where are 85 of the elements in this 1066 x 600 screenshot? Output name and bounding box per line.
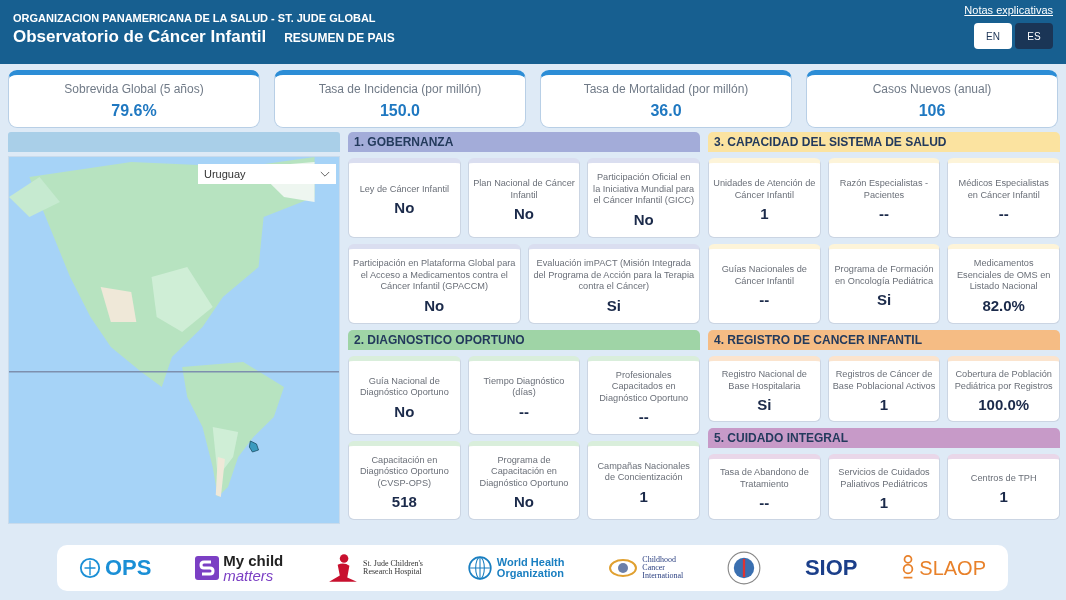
indicator-label: Tasa de Abandono de Tratamiento [718, 467, 810, 490]
indicator-value: 1 [760, 205, 769, 222]
indicator-label: Profesionales Capacitados en Diagnóstico Oportuno [598, 369, 690, 405]
indicator-value: No [633, 210, 654, 228]
kpi-label: Tasa de Mortalidad (por millón) [583, 82, 749, 96]
indicator-value: -- [998, 205, 1009, 222]
logo-text: Cancer [642, 564, 666, 572]
notes-link[interactable]: Notas explicativas [964, 4, 1053, 16]
indicator-value: -- [519, 402, 529, 420]
indicator-label: Centros de TPH [970, 472, 1037, 485]
kpi-value: 106 [918, 102, 946, 120]
indicator-label: Participación Oficial en la Iniciativa Mundial para el Cáncer Infantil (GICC) [592, 172, 695, 207]
indicator-label: Médicos Especialistas en Cáncer Infantil [957, 178, 1050, 201]
indicator-value: Si [606, 296, 621, 314]
indicator-value: Si [757, 396, 772, 413]
indicator-label: Capacitación en Diagnóstico Oportuno (CVSP-OPS) [358, 454, 450, 490]
chevron-down-icon [320, 170, 330, 178]
dashboard-title: Observatorio de Cáncer Infantil [13, 27, 267, 47]
indicator-value: -- [879, 205, 889, 222]
section-header: 5. CUIDADO INTEGRAL [708, 428, 1060, 448]
indicator-value: 1 [639, 487, 648, 505]
indicator-label: Unidades de Atención de Cáncer Infantil [713, 178, 816, 201]
kpi-label: Sobrevida Global (5 años) [64, 82, 204, 96]
indicator-label: Razón Especialistas - Pacientes [838, 178, 930, 201]
indicator-label: Servicios de Cuidados Paliativos Pediátricos [837, 467, 931, 490]
kpi-label: Tasa de Incidencia (por millón) [318, 82, 482, 96]
indicator-label: Tiempo Diagnóstico (días) [482, 375, 566, 399]
kpi-value: 150.0 [379, 102, 420, 120]
indicator-label: Registros de Cáncer de Base Poblacional Activos [832, 369, 936, 392]
indicator-value: No [424, 296, 445, 314]
indicator-value: 82.0% [982, 296, 1025, 314]
indicator-value: -- [759, 291, 770, 308]
indicator-value: No [514, 493, 534, 511]
indicator-label: Ley de Cáncer Infantil [359, 183, 450, 196]
indicator-label: Campañas Nacionales de Concientización [596, 460, 691, 484]
logo-text: World Health [496, 557, 565, 568]
emblem-icon [78, 557, 101, 579]
indicator-label: Participación en Plataforma Global para el Acceso a Medicamentos contra el Cáncer Infantil (GPACCM) [353, 258, 516, 293]
logo-text: Research Hospital [363, 568, 423, 576]
indicator-value: No [394, 199, 415, 217]
kpi-value: 79.6% [111, 102, 157, 120]
indicator-value: No [514, 205, 534, 222]
logo-text: OPS [104, 555, 152, 581]
indicator-value: 518 [391, 493, 417, 511]
section-header: 4. REGISTRO DE CANCER INFANTIL [708, 330, 1060, 350]
indicator-label: Guías Nacionales de Cáncer Infantil [720, 264, 808, 287]
indicator-label: Programa de Capacitación en Diagnóstico Oportuno [478, 454, 570, 490]
logo-text: My child [223, 553, 284, 568]
indicator-value: Si [876, 291, 892, 308]
language-button[interactable]: EN [974, 23, 1012, 49]
logo-text: St. Jude Children's [363, 560, 423, 568]
indicator-label: Registro Nacional de Base Hospitalaria [720, 369, 808, 392]
kpi-value: 36.0 [650, 102, 682, 120]
indicator-label: Medicamentos Esenciales de OMS en Listado Nacional [955, 258, 1052, 293]
logo-text: Childhood [642, 556, 678, 564]
indicator-value: No [394, 402, 415, 420]
indicator-value: 1 [879, 494, 889, 511]
indicator-label: Evaluación imPACT (Misión Integrada del Programa de Acción para la Terapia contra el Cáncer) [532, 258, 695, 293]
page-subtitle: RESUMEN DE PAIS [284, 31, 395, 45]
indicator-label: Cobertura de Población Pediátrica por Registros [953, 369, 1054, 392]
section-header: 2. DIAGNOSTICO OPORTUNO [348, 330, 700, 350]
country-dropdown[interactable]: Uruguay [198, 164, 336, 184]
logo-text: International [642, 572, 684, 580]
figure-icon [901, 554, 916, 582]
indicator-value: 1 [879, 396, 889, 413]
globe-emblem-icon [466, 555, 493, 581]
indicator-value: 100.0% [978, 396, 1030, 413]
indicator-value: 1 [999, 488, 1008, 506]
kpi-label: Casos Nuevos (anual) [872, 82, 992, 96]
indicator-label: Programa de Formación en Oncología Pediátrica [833, 264, 935, 287]
logo-text: SIOP [804, 555, 858, 581]
indicator-value: -- [759, 494, 770, 511]
section-header: 1. GOBERNANZA [348, 132, 700, 152]
logo-text: matters [223, 568, 275, 583]
organization-name: ORGANIZACION PANAMERICANA DE LA SALUD - ST. JUDE GLOBAL [13, 12, 377, 24]
logo-text: Organization [496, 568, 565, 579]
indicator-label: Plan Nacional de Cáncer Infantil [472, 178, 576, 201]
seal-icon [727, 551, 762, 585]
ribbon-globe-icon [608, 556, 639, 580]
letter-mark-icon [195, 555, 220, 581]
logo-text: SLAOP [919, 556, 986, 580]
language-button[interactable]: ES [1015, 23, 1053, 49]
indicator-label: Guía Nacional de Diagnóstico Oportuno [358, 375, 450, 399]
indicator-value: -- [638, 408, 649, 426]
section-header: 3. CAPACIDAD DEL SISTEMA DE SALUD [708, 132, 1060, 152]
